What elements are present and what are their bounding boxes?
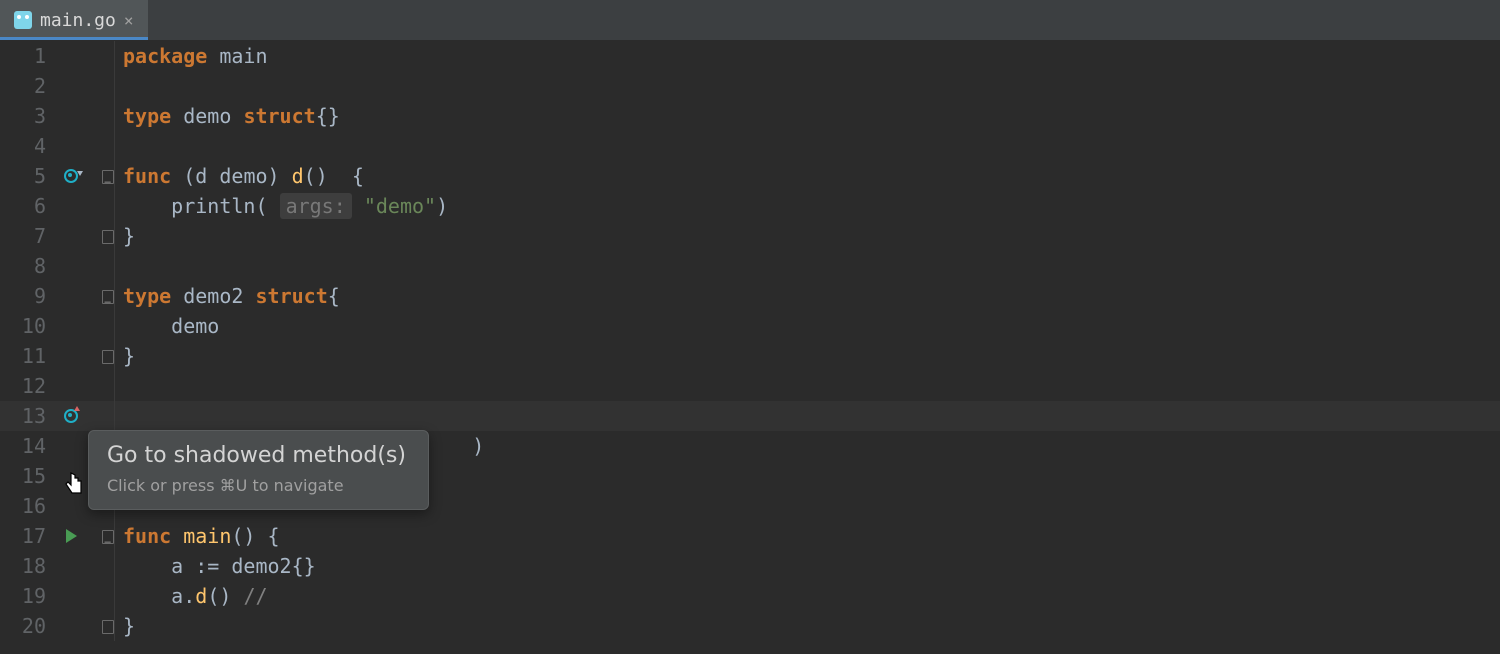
tooltip-title: Go to shadowed method(s) bbox=[107, 443, 406, 468]
gutter[interactable] bbox=[54, 521, 115, 551]
tab-main-go[interactable]: main.go × bbox=[0, 0, 148, 40]
fold-icon[interactable] bbox=[102, 530, 114, 544]
current-line: 13 bbox=[0, 401, 1500, 431]
overridden-method-icon[interactable] bbox=[64, 169, 78, 183]
go-file-icon bbox=[14, 11, 32, 29]
fold-icon[interactable] bbox=[102, 170, 114, 184]
gutter[interactable] bbox=[54, 161, 115, 191]
pointer-cursor-icon bbox=[63, 471, 87, 499]
overriding-method-icon[interactable] bbox=[64, 409, 78, 423]
tab-bar: main.go × bbox=[0, 0, 1500, 41]
fold-icon[interactable] bbox=[102, 290, 114, 304]
tooltip-description: Click or press ⌘U to navigate bbox=[107, 476, 406, 495]
gutter[interactable] bbox=[54, 401, 115, 431]
close-icon[interactable]: × bbox=[124, 11, 134, 30]
fold-end-icon[interactable] bbox=[102, 350, 114, 364]
line-number: 1 bbox=[0, 41, 54, 71]
fold-end-icon[interactable] bbox=[102, 230, 114, 244]
run-icon[interactable] bbox=[66, 529, 77, 543]
code-line: 1 package main bbox=[0, 41, 1500, 71]
parameter-hint: args: bbox=[280, 193, 352, 219]
gutter-tooltip: Go to shadowed method(s) Click or press … bbox=[88, 430, 429, 510]
gutter[interactable] bbox=[54, 41, 115, 71]
fold-end-icon[interactable] bbox=[102, 620, 114, 634]
tab-filename: main.go bbox=[40, 10, 116, 31]
code-editor[interactable]: 1 package main 2 3type demo struct{} 4 5… bbox=[0, 41, 1500, 641]
tab-active-indicator bbox=[0, 37, 148, 40]
